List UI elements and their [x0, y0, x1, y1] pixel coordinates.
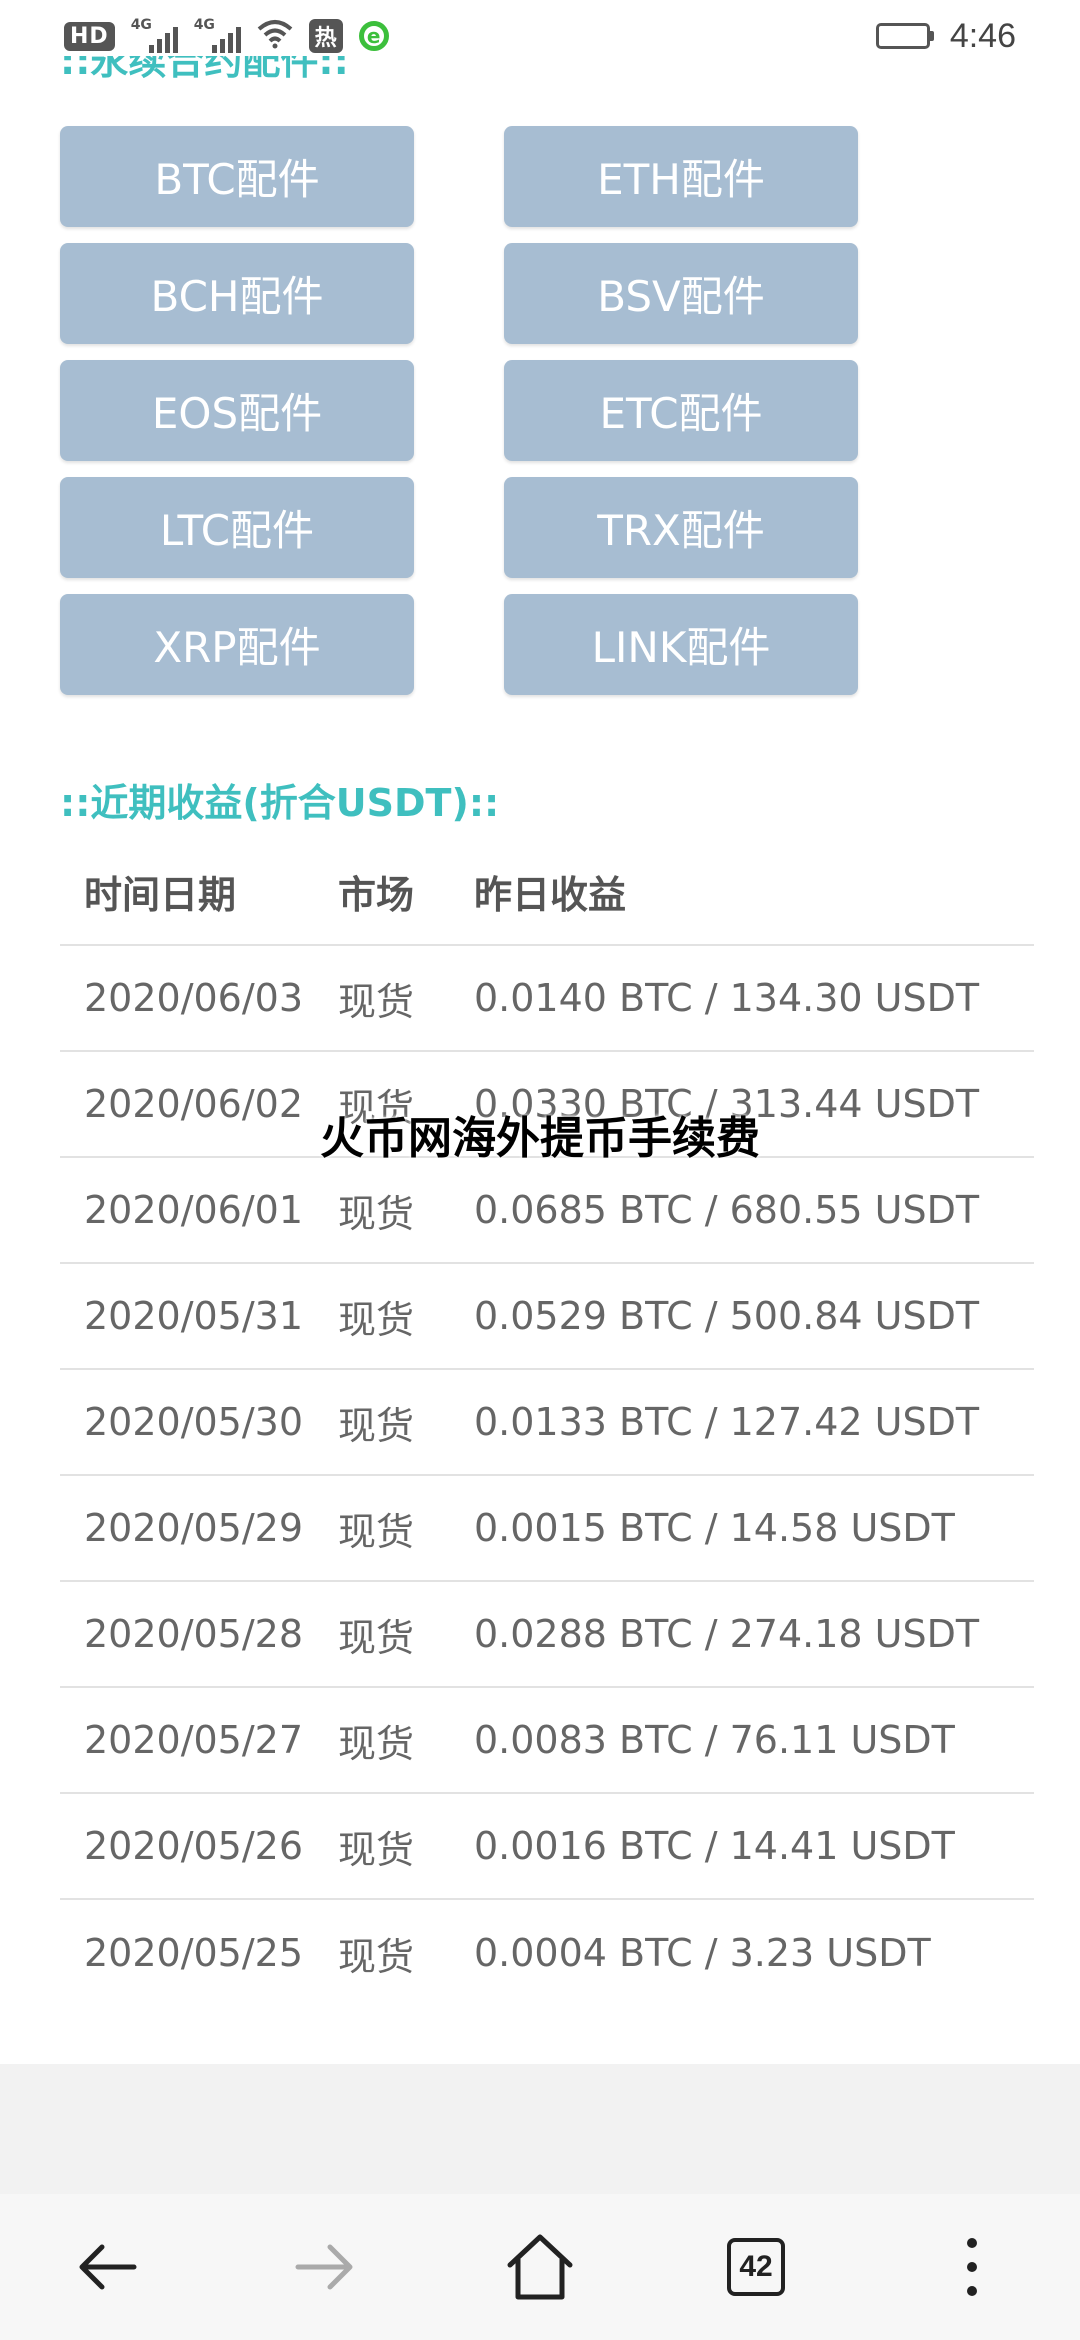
table-row: 2020/05/27 现货 0.0083 BTC / 76.11 USDT: [60, 1688, 1034, 1794]
row-date: 2020/05/26: [84, 1824, 304, 1868]
row-market: 现货: [338, 979, 415, 1024]
tabs-icon: 42: [727, 2238, 785, 2296]
battery-icon: [875, 23, 934, 49]
row-market: 现货: [338, 1297, 415, 1342]
contract-button-grid: BTC配件 ETH配件 BCH配件 BSV配件 EOS配件 ETC配件 LTC配…: [60, 126, 860, 695]
column-header-profit: 昨日收益: [474, 872, 627, 917]
table-row: 2020/05/31 现货 0.0529 BTC / 500.84 USDT: [60, 1264, 1034, 1370]
row-profit: 0.0016 BTC / 14.41 USDT: [474, 1824, 955, 1868]
overlay-caption: 火币网海外提币手续费: [320, 1113, 760, 1164]
eth-accessory-button[interactable]: ETH配件: [504, 126, 858, 227]
row-profit: 0.0140 BTC / 134.30 USDT: [474, 976, 980, 1020]
row-market: 现货: [338, 1509, 415, 1554]
table-row: 2020/05/25 现货 0.0004 BTC / 3.23 USDT: [60, 1900, 1034, 2006]
arrow-left-icon: [79, 2244, 137, 2290]
table-row: 2020/06/01 现货 0.0685 BTC / 680.55 USDT: [60, 1158, 1034, 1264]
row-date: 2020/05/27: [84, 1718, 304, 1762]
row-profit: 0.0004 BTC / 3.23 USDT: [474, 1931, 931, 1975]
table-row: 2020/05/26 现货 0.0016 BTC / 14.41 USDT: [60, 1794, 1034, 1900]
row-profit: 0.0133 BTC / 127.42 USDT: [474, 1400, 980, 1444]
page: HD 4G 4G 热 e 4:46::永续合约配件:: BTC配件 ETH配件…: [0, 0, 1080, 2340]
cellular-signal-icon: 4G: [130, 17, 178, 53]
hot-notification-icon: 热: [308, 19, 343, 53]
row-date: 2020/05/31: [84, 1294, 304, 1338]
bch-accessory-button[interactable]: BCH配件: [60, 243, 414, 344]
contracts-section-title: ::永续合约配件::: [60, 56, 349, 106]
status-icons-left: HD 4G 4G 热 e: [64, 17, 389, 53]
row-profit: 0.0015 BTC / 14.58 USDT: [474, 1506, 955, 1550]
table-row: 2020/05/28 现货 0.0288 BTC / 274.18 USDT: [60, 1582, 1034, 1688]
tabs-button[interactable]: 42: [708, 2219, 804, 2315]
row-market: 现货: [338, 1721, 415, 1766]
table-row: 2020/05/30 现货 0.0133 BTC / 127.42 USDT: [60, 1370, 1034, 1476]
home-button[interactable]: [492, 2219, 588, 2315]
btc-accessory-button[interactable]: BTC配件: [60, 126, 414, 227]
more-vertical-icon: [967, 2238, 977, 2296]
etc-accessory-button[interactable]: ETC配件: [504, 360, 858, 461]
menu-button[interactable]: [924, 2219, 1020, 2315]
network-type-label: 4G: [130, 17, 152, 33]
browser-app-icon: e: [358, 21, 389, 51]
ltc-accessory-button[interactable]: LTC配件: [60, 477, 414, 578]
row-date: 2020/05/28: [84, 1612, 304, 1656]
earnings-section-title: ::近期收益(折合USDT)::: [60, 781, 500, 825]
row-profit: 0.0685 BTC / 680.55 USDT: [474, 1188, 980, 1232]
row-date: 2020/05/29: [84, 1506, 304, 1550]
xrp-accessory-button[interactable]: XRP配件: [60, 594, 414, 695]
row-market: 现货: [338, 1403, 415, 1448]
row-market: 现货: [338, 1827, 415, 1872]
column-header-market: 市场: [338, 872, 415, 917]
trx-accessory-button[interactable]: TRX配件: [504, 477, 858, 578]
hd-badge: HD: [64, 21, 115, 51]
table-row: 2020/05/29 现货 0.0015 BTC / 14.58 USDT: [60, 1476, 1034, 1582]
network-type-label-2: 4G: [193, 17, 215, 33]
bsv-accessory-button[interactable]: BSV配件: [504, 243, 858, 344]
row-market: 现货: [338, 1934, 415, 1979]
forward-button[interactable]: [276, 2219, 372, 2315]
home-icon: [507, 2234, 573, 2300]
row-profit: 0.0083 BTC / 76.11 USDT: [474, 1718, 955, 1762]
row-date: 2020/05/25: [84, 1931, 304, 1975]
link-accessory-button[interactable]: LINK配件: [504, 594, 858, 695]
clock: 4:46: [949, 16, 1016, 55]
arrow-right-icon: [295, 2244, 353, 2290]
table-row: 2020/06/03 现货 0.0140 BTC / 134.30 USDT: [60, 946, 1034, 1052]
row-date: 2020/05/30: [84, 1400, 304, 1444]
eos-accessory-button[interactable]: EOS配件: [60, 360, 414, 461]
earnings-table: 时间日期 市场 昨日收益 2020/06/03 现货 0.0140 BTC / …: [60, 838, 1034, 2006]
column-header-date: 时间日期: [84, 872, 237, 917]
contracts-section-title-text: ::永续合约配件::: [60, 56, 349, 83]
browser-nav-bar: 42: [0, 2194, 1080, 2340]
row-market: 现货: [338, 1191, 415, 1236]
page-bottom-padding: [0, 2064, 1080, 2194]
status-icons-right: 4:46: [875, 16, 1016, 56]
back-button[interactable]: [60, 2219, 156, 2315]
row-date: 2020/06/01: [84, 1188, 304, 1232]
table-header-row: 时间日期 市场 昨日收益: [60, 838, 1034, 946]
row-date: 2020/06/03: [84, 976, 304, 1020]
row-profit: 0.0288 BTC / 274.18 USDT: [474, 1612, 980, 1656]
row-market: 现货: [338, 1615, 415, 1660]
wifi-icon: [257, 19, 293, 53]
row-profit: 0.0529 BTC / 500.84 USDT: [474, 1294, 980, 1338]
cellular-signal-icon-2: 4G: [193, 17, 241, 53]
